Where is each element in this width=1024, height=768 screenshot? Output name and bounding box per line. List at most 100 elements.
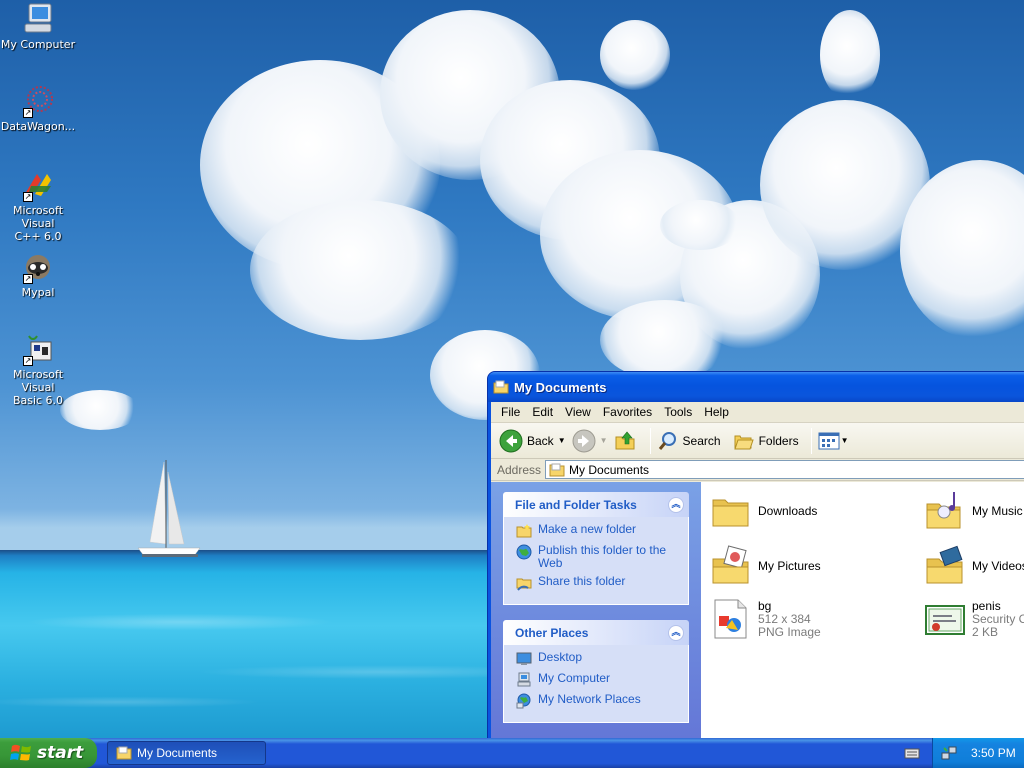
file-name: My Videos xyxy=(972,559,1024,573)
forward-dropdown-icon: ▼ xyxy=(599,436,608,445)
taskbar-button-label: My Documents xyxy=(137,746,218,760)
file-size: 2 KB xyxy=(972,625,999,639)
desktop-icon-label: DataWagon... xyxy=(0,120,76,133)
address-bar: Address My Documents xyxy=(491,459,1024,481)
address-label: Address xyxy=(497,462,542,477)
menu-tools[interactable]: Tools xyxy=(660,405,700,419)
taskbar: start My Documents 3:50 PM xyxy=(0,738,1024,768)
up-folder-button[interactable] xyxy=(614,429,638,453)
windows-logo-icon xyxy=(10,744,31,761)
desktop-icon-label-line2: Basic 6.0 xyxy=(12,394,64,407)
forward-button[interactable]: ▼ xyxy=(572,429,608,453)
task-label: Make a new folder xyxy=(538,522,637,536)
task-make-new-folder[interactable]: Make a new folder xyxy=(516,523,680,539)
network-places-icon xyxy=(516,693,531,709)
file-item-my-videos[interactable]: My Videos xyxy=(924,545,1024,587)
file-type: PNG Image xyxy=(758,625,821,639)
file-name: My Music xyxy=(972,504,1023,518)
start-label: start xyxy=(37,743,84,763)
folder-icon xyxy=(116,746,132,760)
search-button[interactable]: Search xyxy=(657,430,721,452)
system-tray: 3:50 PM xyxy=(932,738,1024,768)
collapse-chevron-icon[interactable]: ︽ xyxy=(668,496,684,513)
views-dropdown-icon[interactable]: ▼ xyxy=(841,436,849,445)
file-name: My Pictures xyxy=(758,559,821,573)
desktop-icon-label-line1: Microsoft Visual xyxy=(12,204,64,230)
new-folder-icon xyxy=(516,524,532,538)
file-name: penis xyxy=(972,599,1001,613)
search-label: Search xyxy=(682,433,721,448)
other-places-panel: Other Places ︽ Desktop My Computer My Ne… xyxy=(503,620,689,723)
share-folder-icon xyxy=(516,578,532,591)
desktop-icon-label: My Computer xyxy=(0,38,76,51)
start-button[interactable]: start xyxy=(0,738,97,768)
menu-help[interactable]: Help xyxy=(700,405,737,419)
pictures-folder-icon xyxy=(712,545,749,584)
place-desktop[interactable]: Desktop xyxy=(516,651,680,667)
file-name: Downloads xyxy=(758,504,818,518)
collapse-chevron-icon[interactable]: ︽ xyxy=(668,624,684,641)
videos-folder-icon xyxy=(926,545,963,584)
folders-icon xyxy=(733,435,754,449)
folders-label: Folders xyxy=(758,433,799,448)
task-label: Share this folder xyxy=(538,574,626,588)
clock[interactable]: 3:50 PM xyxy=(971,746,1016,760)
desktop-icon-my-computer[interactable]: My Computer xyxy=(0,2,78,51)
address-input[interactable]: My Documents xyxy=(545,460,1024,479)
back-button[interactable]: Back ▼ xyxy=(499,429,566,453)
panel-header[interactable]: File and Folder Tasks ︽ xyxy=(503,492,689,517)
place-my-network-places[interactable]: My Network Places xyxy=(516,693,680,709)
back-dropdown-icon[interactable]: ▼ xyxy=(558,436,566,445)
folder-icon xyxy=(493,380,509,394)
desktop-icon-visual-basic[interactable]: ↗ Microsoft Visual Basic 6.0 xyxy=(0,332,78,407)
task-share-folder[interactable]: Share this folder xyxy=(516,575,680,591)
window-titlebar[interactable]: My Documents xyxy=(488,372,1024,402)
task-publish-to-web[interactable]: Publish this folder to the Web xyxy=(516,544,680,570)
desktop-icon-label: Mypal xyxy=(21,286,55,299)
certificate-file-icon xyxy=(925,605,965,635)
forward-arrow-icon xyxy=(572,429,596,452)
my-computer-icon xyxy=(517,672,531,687)
file-item-my-music[interactable]: My Music xyxy=(924,490,1023,532)
network-tray-icon[interactable] xyxy=(941,745,957,761)
menu-bar: File Edit View Favorites Tools Help xyxy=(491,402,1024,423)
music-folder-icon xyxy=(926,492,961,529)
png-file-icon xyxy=(714,599,747,639)
keyboard-icon[interactable] xyxy=(904,746,920,760)
window-title: My Documents xyxy=(514,379,607,395)
sailboat xyxy=(137,460,201,557)
desktop-icon-visual-cpp[interactable]: ↗ Microsoft Visual C++ 6.0 xyxy=(0,168,78,243)
desktop-icon-label-line2: C++ 6.0 xyxy=(14,230,62,243)
views-icon xyxy=(818,432,840,449)
panel-title: File and Folder Tasks xyxy=(515,497,637,512)
file-name: bg xyxy=(758,599,772,613)
address-value: My Documents xyxy=(569,462,650,477)
task-pane: File and Folder Tasks ︽ Make a new folde… xyxy=(491,482,701,750)
file-list: Downloads My Music My Pictures My Videos… xyxy=(701,482,1024,750)
file-folder-tasks-panel: File and Folder Tasks ︽ Make a new folde… xyxy=(503,492,689,605)
folder-icon xyxy=(712,499,749,527)
desktop-icon xyxy=(516,652,532,665)
task-label: Publish this folder to the Web xyxy=(538,543,667,570)
file-item-penis[interactable]: penis Security C 2 KB xyxy=(924,598,1024,640)
menu-favorites[interactable]: Favorites xyxy=(599,405,660,419)
file-item-downloads[interactable]: Downloads xyxy=(710,490,817,532)
file-item-bg[interactable]: bg 512 x 384 PNG Image xyxy=(710,598,821,640)
menu-view[interactable]: View xyxy=(561,405,599,419)
place-my-computer[interactable]: My Computer xyxy=(516,672,680,688)
desktop-icon-mypal[interactable]: ↗ Mypal xyxy=(0,250,78,299)
menu-file[interactable]: File xyxy=(497,405,528,419)
place-label: Desktop xyxy=(538,650,583,664)
back-arrow-icon xyxy=(499,429,523,452)
panel-header[interactable]: Other Places ︽ xyxy=(503,620,689,645)
menu-edit[interactable]: Edit xyxy=(528,405,561,419)
place-label: My Network Places xyxy=(538,692,641,706)
desktop-icon-datawagon[interactable]: ↗ DataWagon... xyxy=(0,84,78,133)
folders-button[interactable]: Folders xyxy=(733,430,799,452)
folder-icon xyxy=(549,463,565,476)
file-item-my-pictures[interactable]: My Pictures xyxy=(710,545,821,587)
taskbar-button-my-documents[interactable]: My Documents xyxy=(107,741,266,765)
standard-toolbar: Back ▼ ▼ Search Folders ▼ xyxy=(491,423,1024,459)
my-documents-window[interactable]: My Documents File Edit View Favorites To… xyxy=(487,371,1024,751)
views-button[interactable]: ▼ xyxy=(818,431,849,451)
